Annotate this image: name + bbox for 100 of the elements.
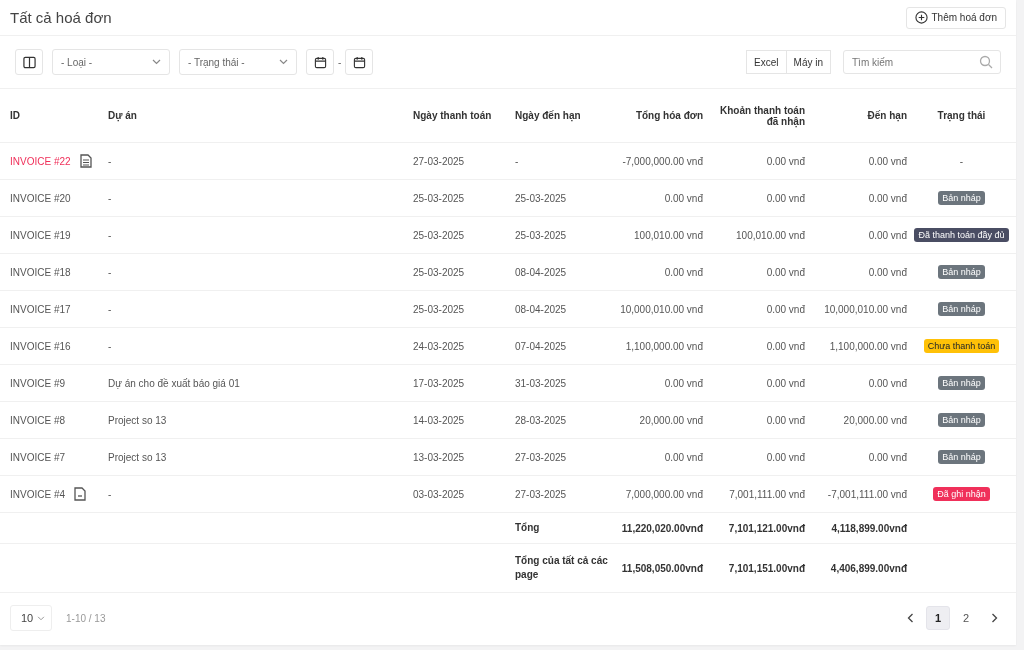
project-cell-text: -	[108, 488, 113, 500]
received-cell-text: 0.00 vnđ	[765, 155, 805, 167]
project-cell-text: -	[108, 229, 113, 241]
invoice-id[interactable]: INVOICE #7	[10, 451, 66, 463]
column-header: ID	[10, 110, 21, 121]
status-cell: -	[959, 155, 964, 167]
due-date-cell-text: 25-03-2025	[515, 229, 568, 241]
project-cell-text: -	[108, 340, 113, 352]
amount-due-cell-text: 20,000.00 vnđ	[842, 414, 907, 426]
amount-due-cell-text: 1,100,000.00 vnđ	[828, 340, 907, 352]
search-icon	[979, 55, 993, 69]
status-badge: Bản nháp	[938, 413, 985, 427]
project-cell-text: Project so 13	[108, 414, 168, 426]
project-cell-text: -	[108, 303, 113, 315]
plus-circle-icon	[914, 11, 928, 24]
chevron-down-icon	[152, 59, 161, 65]
end-date-button[interactable]	[345, 49, 374, 75]
column-header: Trạng thái	[936, 110, 987, 121]
amount-due-cell-text: 0.00 vnđ	[867, 451, 907, 463]
payment-date-cell-text: 25-03-2025	[413, 192, 466, 204]
totals-cell-text: 7,101,121.00vnđ	[727, 522, 805, 534]
amount-due-cell-text: 10,000,010.00 vnđ	[823, 303, 907, 315]
chevron-right-icon	[990, 613, 998, 623]
totals-cell-text: 11,220,020.00vnđ	[620, 522, 703, 534]
totals-cell-text: 11,508,050.00vnđ	[620, 562, 703, 574]
payment-date-cell-text: 25-03-2025	[413, 303, 466, 315]
received-cell-text: 0.00 vnđ	[765, 414, 805, 426]
totals-cell-text: 7,101,151.00vnđ	[727, 562, 805, 574]
invoice-total-cell-text: 100,010.00 vnđ	[633, 229, 703, 241]
chevron-down-icon	[279, 59, 288, 65]
invoice-total-cell-text: 7,000,000.00 vnđ	[624, 488, 703, 500]
received-cell-text: 0.00 vnđ	[765, 303, 805, 315]
project-cell-text: Project so 13	[108, 451, 168, 463]
amount-due-cell-text: 0.00 vnđ	[867, 377, 907, 389]
page-button[interactable]: 1	[926, 606, 950, 630]
invoice-total-cell-text: 0.00 vnđ	[663, 192, 703, 204]
received-cell-text: 0.00 vnđ	[765, 266, 805, 278]
payment-date-cell-text: 14-03-2025	[413, 414, 466, 426]
invoice-id[interactable]: INVOICE #19	[10, 229, 71, 241]
column-header: Tổng hóa đơn	[634, 110, 703, 121]
column-header: Dự án	[108, 110, 138, 121]
invoice-total-cell-text: 0.00 vnđ	[663, 451, 703, 463]
export-button[interactable]: Máy in	[786, 50, 831, 74]
column-header: Ngày đến hạn	[515, 110, 582, 121]
received-cell-text: 0.00 vnđ	[765, 192, 805, 204]
invoice-id[interactable]: INVOICE #8	[10, 414, 66, 426]
add-invoice-button[interactable]: Thêm hoá đơn	[905, 6, 1006, 29]
start-date-button[interactable]	[306, 49, 334, 75]
project-cell-text: Dự án cho đề xuất báo giá 01	[108, 377, 241, 389]
invoice-total-cell-text: 10,000,010.00 vnđ	[619, 303, 703, 315]
invoice-total-cell-text: 0.00 vnđ	[663, 377, 703, 389]
invoice-total-cell-text: 20,000.00 vnđ	[638, 414, 703, 426]
totals-cell-text: 4,118,899.00vnđ	[830, 522, 907, 534]
received-cell-text: 0.00 vnđ	[765, 451, 805, 463]
status-badge: Đã ghi nhận	[933, 487, 990, 501]
status-badge: Bản nháp	[938, 376, 985, 390]
due-date-cell-text: 08-04-2025	[515, 303, 568, 315]
column-header: Khoản thanh toán đã nhận	[719, 104, 805, 127]
column-header: Đến hạn	[866, 110, 907, 121]
invoice-id[interactable]: INVOICE #16	[10, 340, 71, 352]
due-date-cell-text: 25-03-2025	[515, 192, 568, 204]
date-separator: -	[338, 56, 342, 68]
amount-due-cell-text: 0.00 vnđ	[867, 155, 907, 167]
invoice-total-cell-text: 0.00 vnđ	[663, 266, 703, 278]
invoice-id[interactable]: INVOICE #17	[10, 303, 71, 315]
due-date-cell-text: 27-03-2025	[515, 451, 568, 463]
calendar-icon	[352, 55, 366, 69]
received-cell-text: 100,010.00 vnđ	[735, 229, 805, 241]
type-select[interactable]: - Loại -	[52, 49, 170, 75]
status-badge: Bản nháp	[938, 191, 985, 205]
status-badge: Chưa thanh toán	[923, 339, 1000, 353]
page-size-select[interactable]: 10	[10, 605, 52, 631]
invoice-id[interactable]: INVOICE #9	[10, 377, 66, 389]
search-field[interactable]: Tìm kiếm	[843, 50, 1001, 74]
columns-toggle-button[interactable]	[15, 49, 43, 75]
page-title: Tất cả hoá đơn	[10, 9, 112, 26]
totals-label: Tổng	[515, 521, 541, 535]
chevron-down-icon	[37, 615, 45, 621]
status-badge: Đã thanh toán đầy đủ	[914, 228, 1009, 242]
invoice-id[interactable]: INVOICE #4	[10, 488, 66, 500]
column-header: Ngày thanh toán	[413, 110, 493, 121]
columns-icon	[22, 55, 36, 69]
payment-date-cell-text: 25-03-2025	[413, 229, 466, 241]
chevron-left-icon	[906, 613, 914, 623]
invoice-id[interactable]: INVOICE #22	[10, 155, 71, 167]
payment-date-cell-text: 17-03-2025	[413, 377, 466, 389]
invoice-total-cell-text: 1,100,000.00 vnđ	[624, 340, 703, 352]
due-date-cell-text: 28-03-2025	[515, 414, 568, 426]
amount-due-cell-text: 0.00 vnđ	[867, 266, 907, 278]
status-badge: Bản nháp	[938, 450, 985, 464]
project-cell-text: -	[108, 155, 113, 167]
amount-due-cell-text: 0.00 vnđ	[867, 192, 907, 204]
invoice-id[interactable]: INVOICE #20	[10, 192, 71, 204]
invoice-id[interactable]: INVOICE #18	[10, 266, 71, 278]
status-select[interactable]: - Trạng thái -	[179, 49, 297, 75]
payment-date-cell-text: 25-03-2025	[413, 266, 466, 278]
export-button[interactable]: Excel	[746, 50, 787, 74]
payment-date-cell-text: 03-03-2025	[413, 488, 466, 500]
payment-date-cell-text: 27-03-2025	[413, 155, 466, 167]
received-cell-text: 0.00 vnđ	[765, 377, 805, 389]
